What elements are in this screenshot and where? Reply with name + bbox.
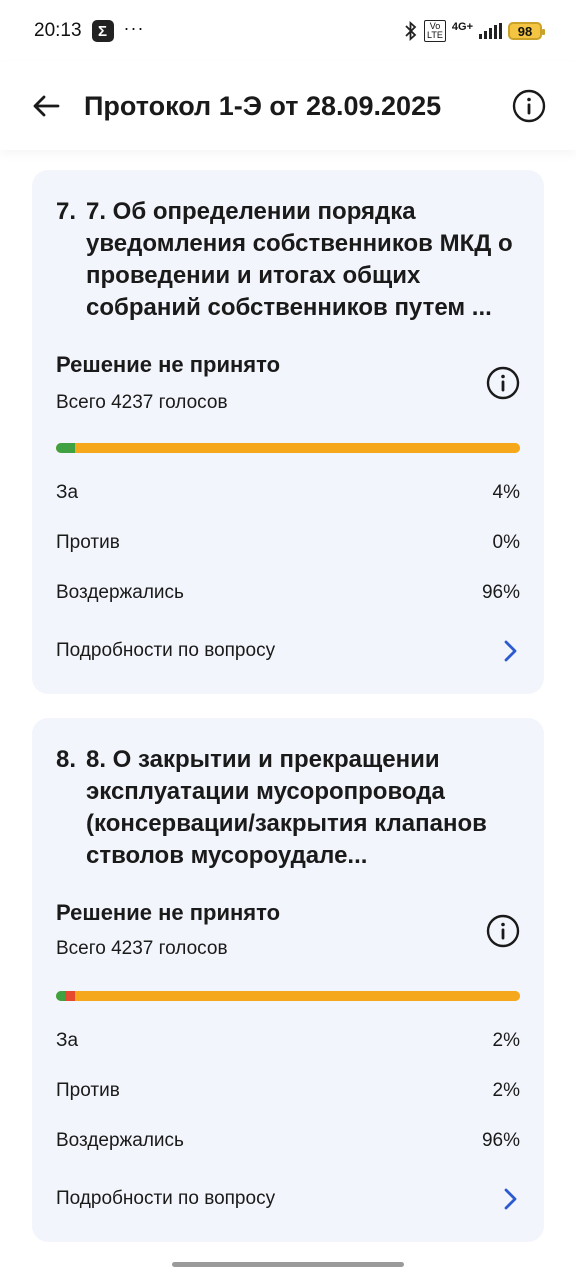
bar-segment-for (56, 443, 75, 453)
bar-segment-against (65, 991, 75, 1001)
sigma-app-icon: Σ (91, 20, 114, 42)
vote-percent: 2% (492, 1030, 520, 1051)
vote-label: За (56, 1030, 79, 1051)
question-card: 8. 8. О закрытии и прекращении эксплуата… (32, 718, 544, 1242)
more-notifications-icon: ··· (123, 17, 145, 38)
arrow-left-icon (33, 95, 60, 117)
vote-progress-bar (56, 443, 520, 453)
bar-segment-abstain (74, 991, 520, 1001)
vote-percent: 2% (492, 1080, 520, 1101)
info-icon[interactable] (512, 89, 546, 123)
question-text: 8. О закрытии и прекращении эксплуатации… (86, 746, 487, 869)
status-left: 20:13 Σ ··· (34, 17, 145, 42)
network-type: 4G+ (451, 21, 473, 33)
chevron-right-icon (504, 640, 517, 662)
vote-row-abstain: Воздержались 96% (56, 1130, 520, 1152)
questions-list: 7. 7. Об определении порядка уведомления… (0, 150, 576, 1280)
volte-badge: Vo LTE (424, 20, 446, 42)
question-title: 7. 7. Об определении порядка уведомления… (56, 196, 520, 324)
vote-label: Против (56, 1080, 120, 1101)
back-button[interactable] (30, 90, 62, 122)
vote-label: Воздержались (56, 1130, 184, 1151)
page-title: Протокол 1-Э от 28.09.2025 (84, 90, 442, 121)
vote-label: Воздержались (56, 582, 184, 603)
decision-status: Решение не принято (56, 900, 281, 925)
vote-percent: 96% (481, 582, 520, 603)
vote-label: За (56, 482, 79, 503)
vote-row-abstain: Воздержались 96% (56, 582, 520, 604)
vote-progress-bar (56, 991, 520, 1001)
vote-row-against: Против 0% (56, 532, 520, 554)
vote-percent: 96% (481, 1130, 520, 1151)
question-card: 7. 7. Об определении порядка уведомления… (32, 170, 544, 694)
decision-status: Решение не принято (56, 352, 281, 377)
total-votes: Всего 4237 голосов (56, 938, 228, 959)
vote-percent: 4% (492, 482, 520, 503)
total-votes: Всего 4237 голосов (56, 392, 228, 413)
clock: 20:13 (34, 20, 82, 41)
home-indicator[interactable] (172, 1262, 404, 1267)
question-details-link[interactable]: Подробности по вопросу (56, 1186, 520, 1212)
volte-badge-bottom: LTE (427, 30, 443, 40)
vote-row-against: Против 2% (56, 1080, 520, 1102)
status-right: Vo LTE 4G+ 98 (404, 20, 545, 42)
bar-segment-for (56, 991, 66, 1001)
details-label: Подробности по вопросу (56, 640, 276, 661)
vote-percent: 0% (492, 532, 520, 553)
battery-icon: 98 (508, 22, 545, 40)
question-details-link[interactable]: Подробности по вопросу (56, 638, 520, 664)
question-number: 7. (56, 198, 77, 225)
details-label: Подробности по вопросу (56, 1188, 276, 1209)
vote-row-for: За 2% (56, 1030, 520, 1052)
vote-label: Против (56, 532, 120, 553)
bar-segment-abstain (74, 443, 520, 453)
app-bar: Протокол 1-Э от 28.09.2025 (0, 62, 576, 150)
info-icon[interactable] (486, 366, 520, 400)
chevron-right-icon (504, 1188, 517, 1210)
question-text: 7. Об определении порядка уведомления со… (86, 198, 513, 321)
info-icon[interactable] (486, 914, 520, 948)
question-number: 8. (56, 746, 77, 773)
signal-icon (479, 23, 502, 39)
vote-row-for: За 4% (56, 482, 520, 504)
question-title: 8. 8. О закрытии и прекращении эксплуата… (56, 744, 520, 872)
bluetooth-icon (405, 21, 417, 41)
status-bar: 20:13 Σ ··· Vo LTE 4G+ 98 (0, 0, 576, 62)
